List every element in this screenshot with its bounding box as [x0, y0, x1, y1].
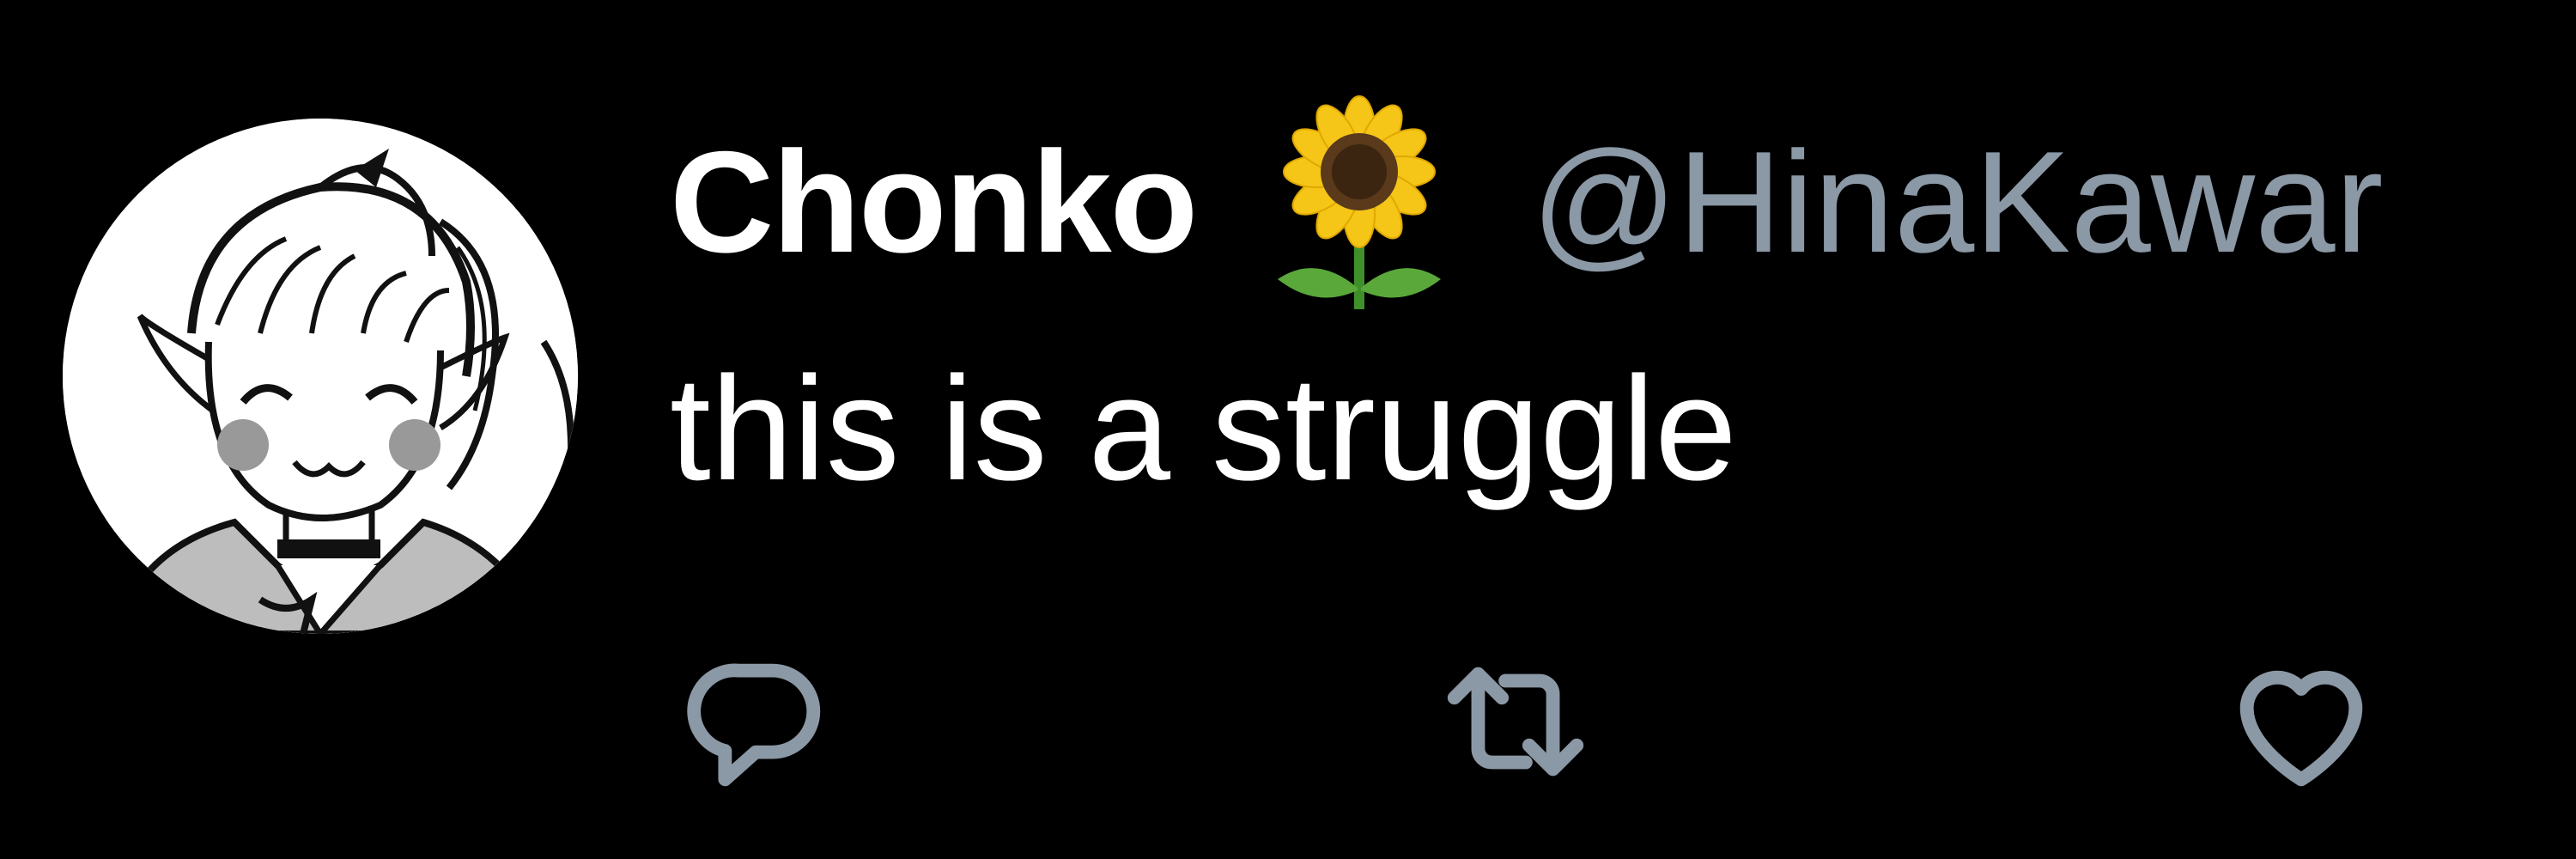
like-button[interactable] — [2211, 636, 2391, 807]
reply-icon — [687, 663, 821, 787]
tweet-header: Chonko @HinaKawar — [670, 95, 2384, 309]
avatar[interactable] — [63, 119, 578, 634]
tweet-actions — [0, 636, 2576, 807]
manga-girl-avatar-image — [63, 119, 578, 634]
user-handle[interactable]: @HinaKawar — [1531, 119, 2383, 285]
retweet-button[interactable] — [1425, 636, 1606, 807]
sunflower-emoji — [1265, 94, 1454, 309]
heart-icon — [2239, 670, 2363, 787]
tweet-text: this is a struggle — [670, 346, 1737, 511]
reply-button[interactable] — [665, 636, 846, 807]
display-name[interactable]: Chonko — [670, 119, 1198, 285]
tweet-card: Chonko @HinaKawar this is a struggle — [0, 0, 2576, 859]
retweet-icon — [1447, 667, 1584, 777]
